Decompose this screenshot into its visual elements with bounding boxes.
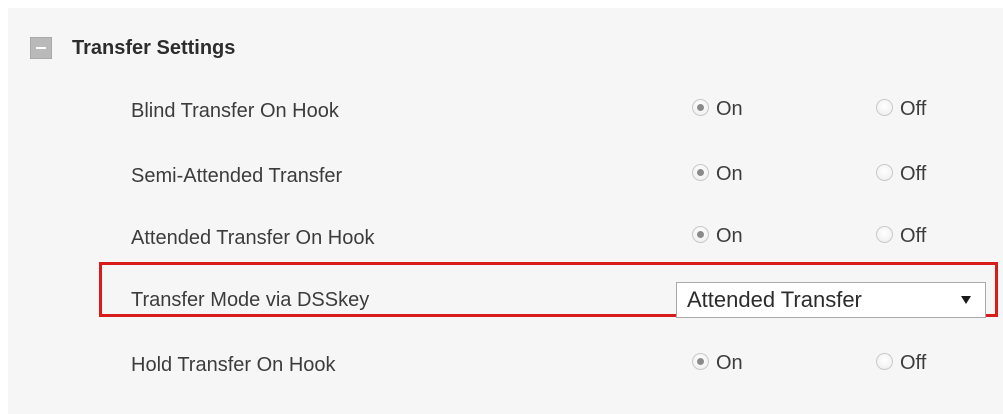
radio-off[interactable] xyxy=(876,353,893,370)
radio-on-label: On xyxy=(716,225,743,247)
radio-off[interactable] xyxy=(876,99,893,116)
radio-off-option[interactable]: Off xyxy=(876,163,926,186)
select-value: Attended Transfer xyxy=(687,287,862,312)
dropdown-arrow-icon[interactable] xyxy=(961,296,971,304)
setting-row-attended-transfer: Attended Transfer On Hook On Off xyxy=(0,219,995,259)
radio-off-option[interactable]: Off xyxy=(876,225,926,248)
setting-label: Hold Transfer On Hook xyxy=(131,354,336,376)
radio-on-checked[interactable] xyxy=(692,99,709,116)
radio-on-label: On xyxy=(716,163,743,185)
setting-label: Transfer Mode via DSSkey xyxy=(131,289,370,311)
section-header: Transfer Settings xyxy=(30,34,235,62)
radio-off[interactable] xyxy=(876,164,893,181)
minus-square-icon[interactable] xyxy=(30,37,52,59)
radio-on-option[interactable]: On xyxy=(692,352,743,375)
radio-on-option[interactable]: On xyxy=(692,163,743,186)
radio-off-option[interactable]: Off xyxy=(876,352,926,375)
radio-on-option[interactable]: On xyxy=(692,225,743,248)
radio-off-label: Off xyxy=(900,163,927,185)
radio-off-label: Off xyxy=(900,352,927,374)
radio-on-label: On xyxy=(716,352,743,374)
section-title: Transfer Settings xyxy=(72,36,236,59)
radio-on-checked[interactable] xyxy=(692,164,709,181)
setting-row-semi-attended-transfer: Semi-Attended Transfer On Off xyxy=(0,157,995,197)
transfer-mode-select[interactable]: Attended Transfer xyxy=(676,282,986,318)
radio-off[interactable] xyxy=(876,226,893,243)
radio-off-option[interactable]: Off xyxy=(876,98,926,121)
radio-on-label: On xyxy=(716,98,743,120)
radio-on-option[interactable]: On xyxy=(692,98,743,121)
radio-off-label: Off xyxy=(900,225,927,247)
radio-off-label: Off xyxy=(900,98,927,120)
radio-on-checked[interactable] xyxy=(692,226,709,243)
setting-label: Semi-Attended Transfer xyxy=(131,165,343,187)
setting-row-blind-transfer: Blind Transfer On Hook On Off xyxy=(0,92,995,132)
radio-on-checked[interactable] xyxy=(692,353,709,370)
setting-row-hold-transfer: Hold Transfer On Hook On Off xyxy=(0,346,995,386)
setting-label: Blind Transfer On Hook xyxy=(131,100,339,122)
setting-label: Attended Transfer On Hook xyxy=(131,227,375,249)
